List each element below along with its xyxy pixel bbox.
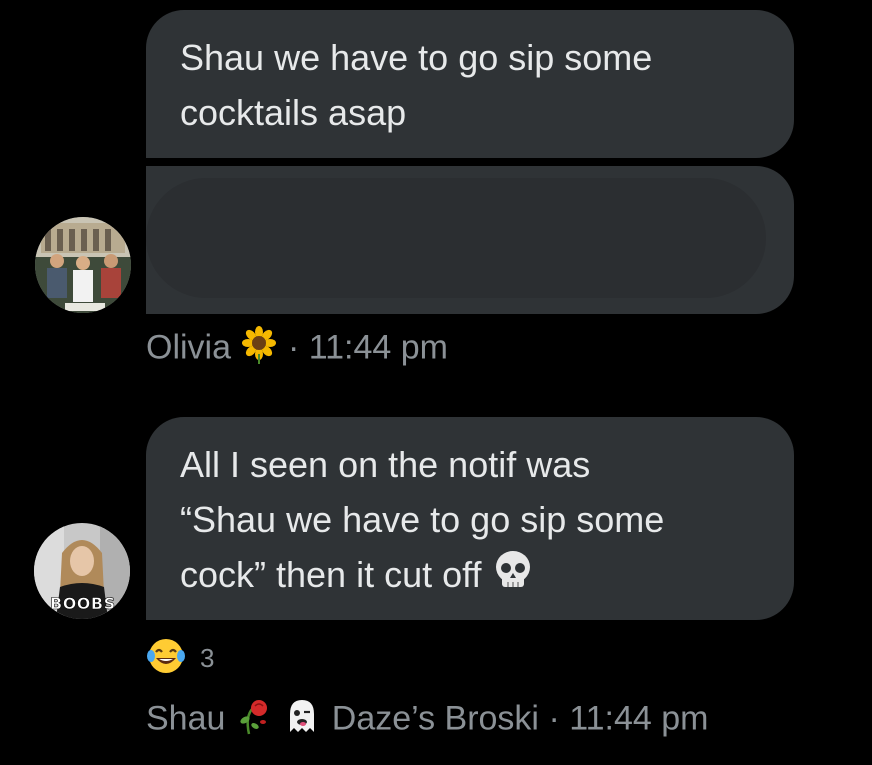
- skull-icon: [492, 549, 534, 606]
- avatar[interactable]: BOOBS: [34, 523, 130, 619]
- sender-name[interactable]: Olivia: [146, 328, 231, 366]
- wilted-rose-icon: [235, 696, 273, 745]
- message-media-bubble[interactable]: [146, 166, 794, 314]
- sender-name[interactable]: Shau: [146, 699, 225, 737]
- reaction-count: 3: [200, 643, 215, 673]
- timestamp: 11:44 pm: [569, 699, 709, 738]
- avatar-badge-text: BOOBS: [50, 594, 116, 614]
- timestamp: 11:44 pm: [308, 328, 448, 367]
- avatar[interactable]: [35, 217, 131, 313]
- separator: ·: [287, 328, 300, 367]
- separator: ·: [548, 699, 560, 738]
- ghost-icon: [282, 696, 322, 745]
- message-text: All I seen on the notif was “Shau we hav…: [180, 437, 780, 606]
- message-bubble[interactable]: All I seen on the notif was “Shau we hav…: [146, 417, 794, 620]
- message-text: Shau we have to go sip some cocktails as…: [180, 37, 653, 133]
- media-placeholder: [146, 178, 766, 298]
- message-text-content: All I seen on the notif was “Shau we hav…: [180, 444, 665, 595]
- sunflower-icon: [240, 326, 278, 373]
- face-with-tears-of-joy-icon: [146, 636, 186, 681]
- message-bubble[interactable]: Shau we have to go sip some cocktails as…: [146, 10, 794, 158]
- avatar-image: [35, 217, 131, 313]
- reaction[interactable]: 3: [146, 636, 214, 681]
- message-meta: Olivia · 11:44 pm: [146, 326, 448, 373]
- message-meta: Shau Daze’s Broski · 11:44 pm: [146, 696, 708, 745]
- sender-suffix: Daze’s Broski: [331, 699, 539, 738]
